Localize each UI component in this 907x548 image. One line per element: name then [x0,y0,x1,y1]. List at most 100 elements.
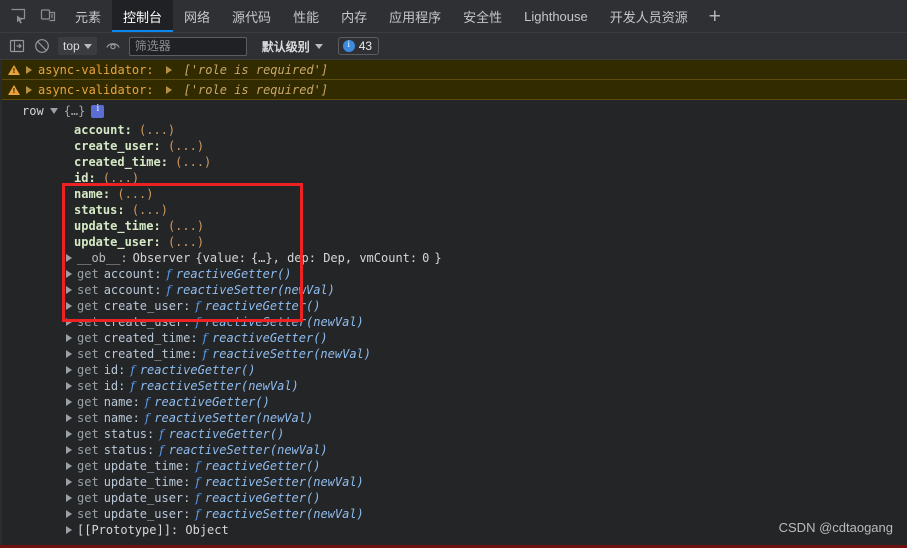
tab-sources[interactable]: 源代码 [221,0,282,32]
accessor-function-signature: reactiveSetter(newVal) [212,347,372,361]
console-output[interactable]: async-validator: ['role is required'] as… [0,60,907,545]
accessor-keyword: get [77,363,99,377]
info-circle-icon [342,39,355,52]
tab-network[interactable]: 网络 [173,0,221,32]
accessor-row[interactable]: get id: f reactiveGetter() [0,362,907,378]
prototype-label: [[Prototype]]: Object [77,523,229,537]
function-marker-icon: f [202,347,208,361]
property-row[interactable]: update_user: (...) [74,234,907,250]
accessor-row[interactable]: set created_time: f reactiveSetter(newVal) [0,346,907,362]
property-value[interactable]: (...) [117,187,153,201]
function-marker-icon: f [195,507,200,521]
expand-arrow-icon[interactable] [66,350,72,358]
accessor-property-name: created_time: [103,347,198,361]
property-value[interactable]: (...) [103,171,139,185]
expand-arrow-icon[interactable] [66,414,72,422]
property-value[interactable]: (...) [168,235,204,249]
device-toolbar-icon[interactable] [38,6,58,26]
function-marker-icon: f [195,475,200,489]
console-warning-row[interactable]: async-validator: ['role is required'] [0,60,907,80]
accessor-keyword: set [77,315,99,329]
property-row[interactable]: update_time: (...) [74,218,907,234]
issues-count-badge[interactable]: 43 [337,37,380,55]
console-warning-row[interactable]: async-validator: ['role is required'] [0,80,907,100]
property-value[interactable]: (...) [168,139,204,153]
expand-arrow-icon[interactable] [66,286,72,294]
tab-memory[interactable]: 内存 [330,0,378,32]
warning-value: ['role is required'] [183,62,329,77]
accessor-row[interactable]: get update_time: f reactiveGetter() [0,458,907,474]
property-row[interactable]: create_user: (...) [74,138,907,154]
expand-arrow-icon[interactable] [66,398,72,406]
execution-context-selector[interactable]: top [58,37,97,55]
property-key: id: [74,171,96,185]
add-tab-button[interactable]: + [699,0,731,32]
property-row[interactable]: name: (...) [74,186,907,202]
expand-arrow-icon[interactable] [66,430,72,438]
expand-arrow-icon[interactable] [66,526,72,534]
console-sidebar-icon[interactable] [8,37,26,55]
property-value[interactable]: (...) [168,219,204,233]
expand-arrow-icon[interactable] [66,494,72,502]
accessor-row[interactable]: get name: f reactiveGetter() [0,394,907,410]
expand-arrow-icon[interactable] [66,334,72,342]
expand-arrow-icon[interactable] [66,270,72,278]
accessor-row[interactable]: set create_user: f reactiveSetter(newVal) [0,314,907,330]
function-marker-icon: f [159,427,164,441]
tab-lighthouse[interactable]: Lighthouse [513,0,599,32]
live-expression-icon[interactable] [104,37,122,55]
accessor-row[interactable]: get created_time: f reactiveGetter() [0,330,907,346]
tab-performance[interactable]: 性能 [282,0,330,32]
tab-application[interactable]: 应用程序 [378,0,452,32]
object-row-header[interactable]: row {…} [0,100,907,122]
property-row[interactable]: created_time: (...) [74,154,907,170]
property-value[interactable]: (...) [132,203,168,217]
expand-arrow-icon[interactable] [66,318,72,326]
expand-arrow-icon[interactable] [165,65,172,74]
expand-arrow-icon[interactable] [26,65,32,74]
accessor-property-name: name: [103,411,140,425]
property-row[interactable]: account: (...) [74,122,907,138]
function-marker-icon: f [195,459,200,473]
log-level-selector[interactable]: 默认级别 [262,38,323,55]
tab-elements[interactable]: 元素 [64,0,112,32]
accessor-row[interactable]: set status: f reactiveSetter(newVal) [0,442,907,458]
tab-label: Lighthouse [524,8,588,24]
accessor-row[interactable]: set id: f reactiveSetter(newVal) [0,378,907,394]
tab-console[interactable]: 控制台 [112,0,174,32]
expand-arrow-icon[interactable] [66,302,72,310]
property-value[interactable]: (...) [139,123,175,137]
expand-arrow-icon[interactable] [66,382,72,390]
accessor-row[interactable]: set update_user: f reactiveSetter(newVal) [0,506,907,522]
tab-security[interactable]: 安全性 [452,0,513,32]
collapse-arrow-icon[interactable] [49,108,58,114]
info-badge-icon[interactable] [91,103,105,118]
accessor-rows-container: get account: f reactiveGetter() set account: f… [0,266,907,522]
filter-input[interactable] [128,36,247,56]
expand-arrow-icon[interactable] [26,85,32,94]
accessor-row[interactable]: get update_user: f reactiveGetter() [0,490,907,506]
expand-arrow-icon[interactable] [66,462,72,470]
expand-arrow-icon[interactable] [66,510,72,518]
property-row[interactable]: id: (...) [74,170,907,186]
chevron-down-icon [83,43,92,49]
prototype-row[interactable]: [[Prototype]]: Object [0,522,907,538]
expand-arrow-icon[interactable] [165,85,172,94]
accessor-row[interactable]: set name: f reactiveSetter(newVal) [0,410,907,426]
property-row[interactable]: status: (...) [74,202,907,218]
function-marker-icon: f [144,411,150,425]
accessor-row[interactable]: get account: f reactiveGetter() [0,266,907,282]
clear-console-icon[interactable] [33,37,51,55]
expand-arrow-icon[interactable] [66,478,72,486]
tab-developer-resources[interactable]: 开发人员资源 [599,0,699,32]
accessor-row[interactable]: get status: f reactiveGetter() [0,426,907,442]
expand-arrow-icon[interactable] [66,366,72,374]
expand-arrow-icon[interactable] [66,446,72,454]
inspect-element-icon[interactable] [8,6,28,26]
expand-arrow-icon[interactable] [66,254,72,262]
observer-row[interactable]: __ob__: Observer {value: {…}, dep: Dep, … [0,250,907,266]
accessor-row[interactable]: get create_user: f reactiveGetter() [0,298,907,314]
property-value[interactable]: (...) [175,155,211,169]
accessor-row[interactable]: set update_time: f reactiveSetter(newVal) [0,474,907,490]
accessor-row[interactable]: set account: f reactiveSetter(newVal) [0,282,907,298]
